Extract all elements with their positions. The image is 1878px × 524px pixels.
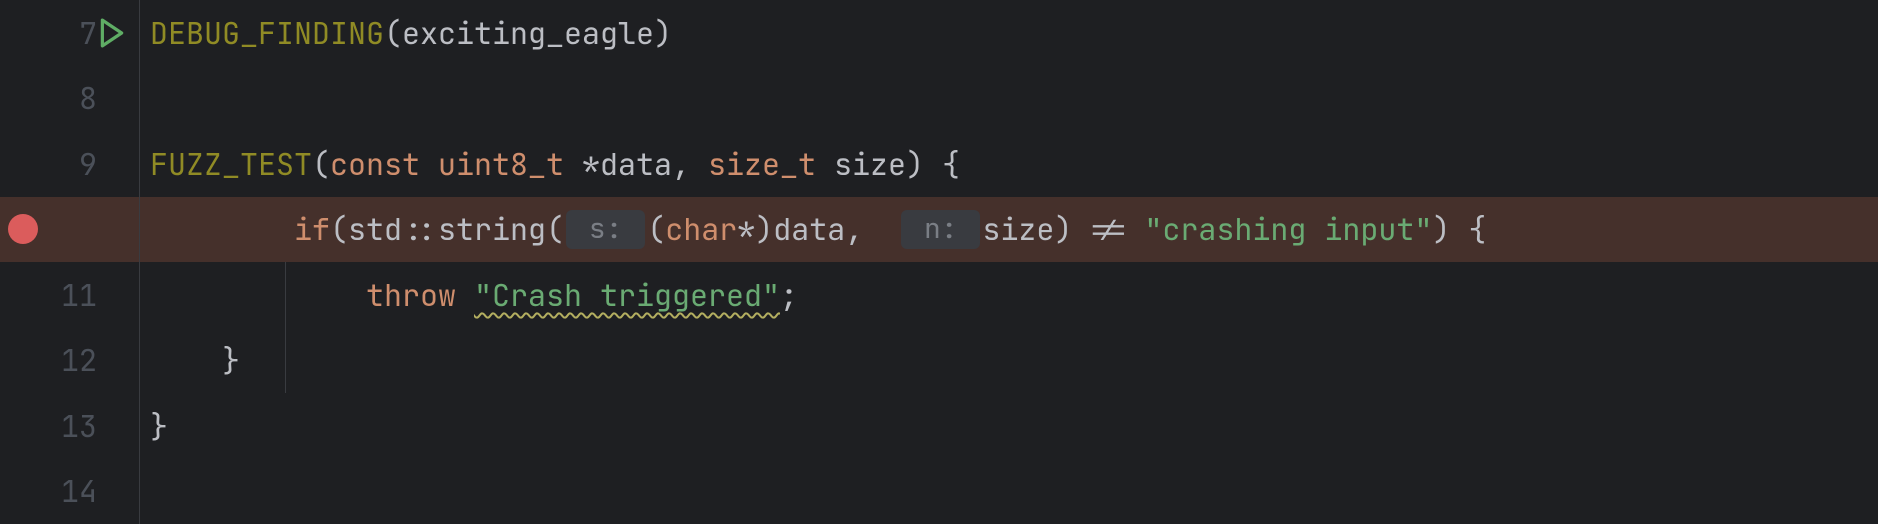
code-token	[816, 144, 834, 184]
gutter[interactable]: 8	[0, 66, 140, 132]
code-token	[150, 209, 294, 249]
code-line[interactable]: 9 FUZZ_TEST(const uint8_t *data, size_t s…	[0, 131, 1878, 197]
code-token: uint8_t	[438, 144, 564, 184]
code-content[interactable]: throw "Crash triggered";	[140, 262, 1878, 328]
code-editor[interactable]: 7DEBUG_FINDING(exciting_eagle)89FUZZ_TES…	[0, 0, 1878, 524]
code-line[interactable]: 11 throw "Crash triggered";	[0, 262, 1878, 328]
code-token: (	[647, 209, 665, 249]
code-line[interactable]: 12 }	[0, 328, 1878, 394]
code-token	[456, 275, 474, 315]
inlay-hint: s:	[566, 210, 645, 249]
code-content[interactable]: }	[140, 328, 1878, 394]
run-gutter-icon[interactable]	[99, 18, 125, 48]
line-number: 8	[61, 78, 97, 118]
code-token	[420, 144, 438, 184]
gutter[interactable]: 14	[0, 459, 140, 524]
code-token: {	[942, 144, 960, 184]
code-token	[690, 144, 708, 184]
code-content[interactable]: }	[140, 393, 1878, 459]
gutter[interactable]: 9	[0, 131, 140, 197]
code-token: "Crash triggered"	[474, 275, 780, 315]
code-token: ::	[402, 209, 438, 249]
code-token: (	[312, 144, 330, 184]
code-token: "crashing input"	[1144, 209, 1432, 249]
code-token: size	[834, 144, 906, 184]
code-token: std	[348, 209, 402, 249]
code-token: FUZZ_TEST	[150, 144, 312, 184]
code-line[interactable]: if(std::string( s: (char*)data, n: size)…	[0, 197, 1878, 263]
code-token: (	[330, 209, 348, 249]
code-content[interactable]	[140, 459, 1878, 524]
code-token: const	[330, 144, 420, 184]
code-token	[1126, 209, 1144, 249]
indent-guide	[285, 328, 286, 394]
code-token: )	[755, 209, 773, 249]
line-number: 11	[61, 275, 97, 315]
gutter[interactable]: 11	[0, 262, 140, 328]
code-token	[863, 209, 899, 249]
indent-guide	[285, 262, 286, 328]
gutter[interactable]: 7	[0, 0, 140, 66]
code-token: size	[982, 209, 1054, 249]
code-line[interactable]: 13}	[0, 393, 1878, 459]
code-token	[150, 275, 366, 315]
line-number: 9	[61, 144, 97, 184]
gutter[interactable]: 13	[0, 393, 140, 459]
code-token: )	[654, 13, 672, 53]
code-token: )	[906, 144, 924, 184]
code-token: )	[1432, 209, 1450, 249]
code-content[interactable]: DEBUG_FINDING(exciting_eagle)	[140, 0, 1878, 66]
code-content[interactable]	[140, 66, 1878, 132]
code-token: ,	[845, 209, 863, 249]
code-line[interactable]: 7 DEBUG_FINDING(exciting_eagle)	[0, 0, 1878, 66]
line-number: 14	[61, 471, 97, 511]
code-token: *	[582, 144, 600, 184]
code-line[interactable]: 14	[0, 459, 1878, 524]
code-token: throw	[366, 275, 456, 315]
code-token: (	[384, 13, 402, 53]
gutter[interactable]	[0, 197, 140, 263]
inlay-hint: n:	[901, 210, 980, 249]
code-token	[1072, 209, 1090, 249]
code-token: )	[1054, 209, 1072, 249]
code-content[interactable]: FUZZ_TEST(const uint8_t *data, size_t si…	[140, 131, 1878, 197]
code-token: *	[737, 209, 755, 249]
code-token: if	[294, 209, 330, 249]
gutter[interactable]: 12	[0, 328, 140, 394]
code-line[interactable]: 8	[0, 66, 1878, 132]
line-number: 7	[61, 13, 97, 53]
code-token: size_t	[708, 144, 816, 184]
code-token: string	[438, 209, 546, 249]
code-token: exciting_eagle	[402, 13, 654, 53]
code-token: ;	[780, 275, 798, 315]
breakpoint-icon[interactable]	[8, 214, 38, 244]
code-content[interactable]: if(std::string( s: (char*)data, n: size)…	[140, 197, 1878, 263]
code-token: data	[600, 144, 672, 184]
code-token: }	[222, 340, 240, 380]
code-token: char	[665, 209, 737, 249]
line-number: 13	[61, 406, 97, 446]
line-number: 12	[61, 340, 97, 380]
code-token: {	[1468, 209, 1486, 249]
code-token: !=	[1090, 209, 1126, 249]
code-token: ,	[672, 144, 690, 184]
code-token: DEBUG_FINDING	[150, 13, 384, 53]
code-token: data	[773, 209, 845, 249]
code-token: (	[546, 209, 564, 249]
code-token	[1450, 209, 1468, 249]
code-token: }	[150, 406, 168, 446]
code-token	[564, 144, 582, 184]
code-token	[924, 144, 942, 184]
code-token	[150, 340, 222, 380]
